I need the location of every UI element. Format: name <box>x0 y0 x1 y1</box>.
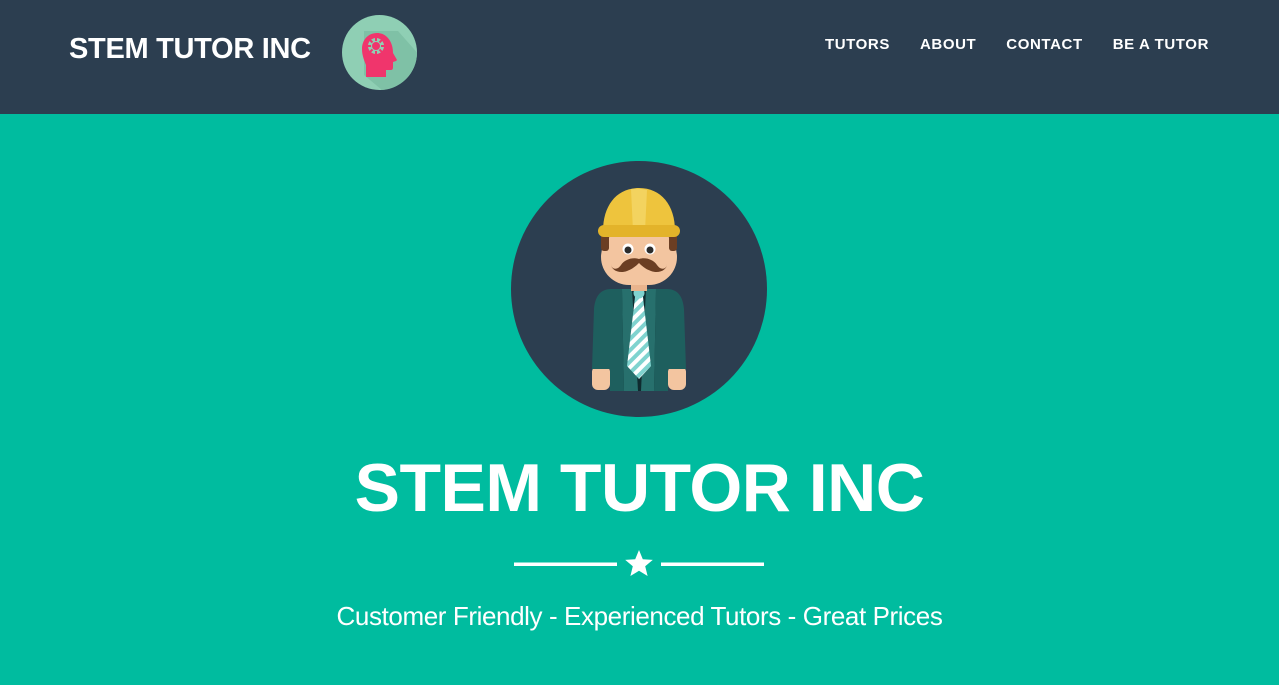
brand-link[interactable]: STEM TUTOR INC <box>69 30 311 68</box>
nav-link-about[interactable]: ABOUT <box>920 36 976 54</box>
nav-link-tutors[interactable]: TUTORS <box>825 36 890 54</box>
star-divider <box>514 550 764 576</box>
divider-line-left <box>514 562 617 566</box>
navbar: STEM TUTOR INC TUTORS ABOUT CONTACT BE A… <box>0 0 1279 114</box>
nav-link-contact[interactable]: CONTACT <box>1006 36 1082 54</box>
tutor-avatar-icon <box>511 161 767 417</box>
nav-links: TUTORS ABOUT CONTACT BE A TUTOR <box>795 36 1209 54</box>
nav-link-be-a-tutor[interactable]: BE A TUTOR <box>1113 36 1209 54</box>
star-icon <box>625 550 653 576</box>
hero-tagline: Customer Friendly - Experienced Tutors -… <box>336 601 943 631</box>
hero-title: STEM TUTOR INC <box>354 450 925 526</box>
hero-section: STEM TUTOR INC Customer Friendly - Exper… <box>0 114 1279 685</box>
divider-line-right <box>661 562 764 566</box>
brain-head-icon[interactable] <box>342 15 417 90</box>
